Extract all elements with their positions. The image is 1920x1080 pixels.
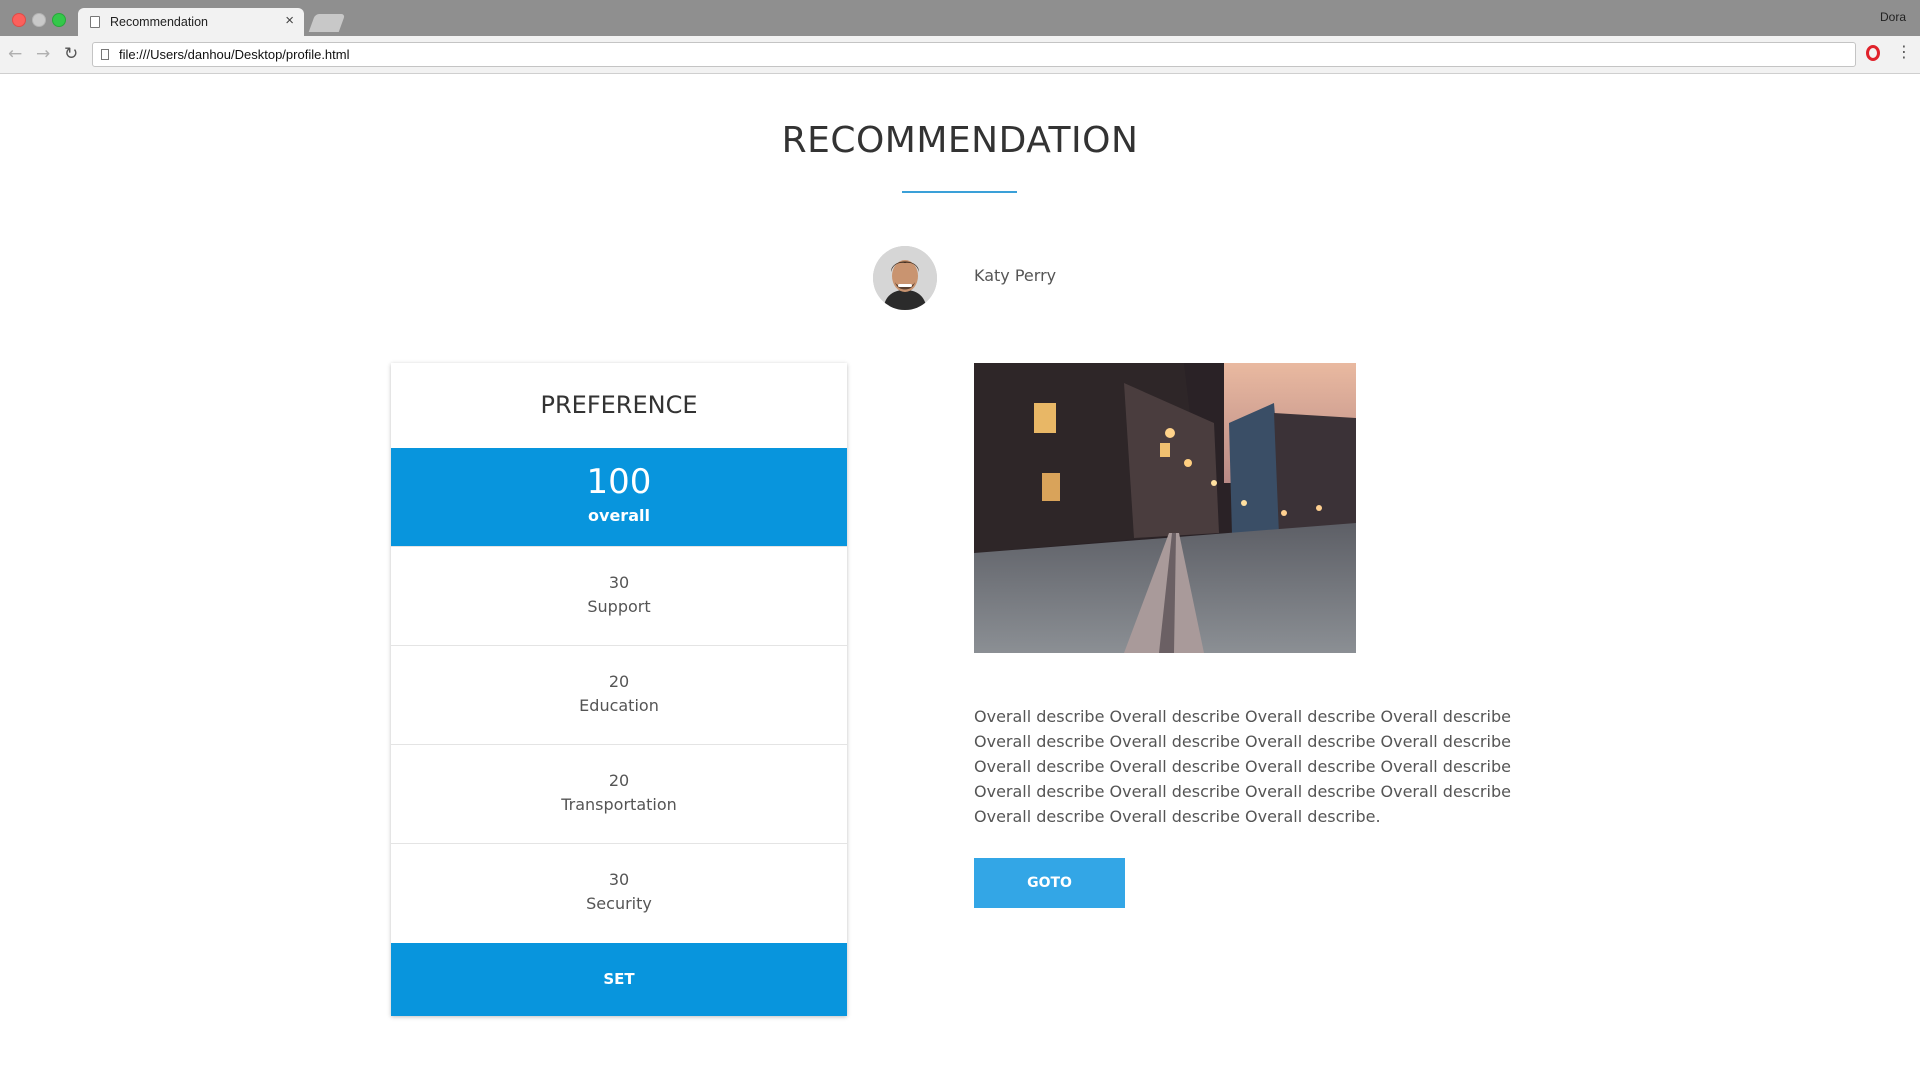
- tab-close-icon[interactable]: ×: [285, 12, 294, 29]
- preference-row-education: 20 Education: [391, 645, 847, 744]
- opera-extension-icon[interactable]: [1866, 45, 1880, 61]
- browser-titlebar: Recommendation × Dora: [0, 0, 1920, 36]
- browser-toolbar: ← → ↻ file:///Users/danhou/Desktop/profi…: [0, 36, 1920, 74]
- page-title: RECOMMENDATION: [781, 120, 1139, 161]
- window-maximize-button[interactable]: [52, 13, 66, 27]
- overall-value: 100: [586, 462, 652, 502]
- avatar: [873, 246, 937, 310]
- preference-label: Transportation: [561, 795, 677, 814]
- preference-label: Support: [587, 597, 651, 616]
- title-divider: [902, 191, 1017, 193]
- address-bar[interactable]: file:///Users/danhou/Desktop/profile.htm…: [92, 42, 1856, 67]
- preference-value: 30: [608, 573, 630, 592]
- set-button[interactable]: SET: [391, 943, 847, 1016]
- address-url[interactable]: file:///Users/danhou/Desktop/profile.htm…: [119, 47, 350, 62]
- preference-row-support: 30 Support: [391, 546, 847, 645]
- description-text: Overall describe Overall describe Overal…: [974, 707, 1511, 826]
- preference-label: Security: [586, 894, 652, 913]
- preference-value: 20: [608, 672, 630, 691]
- window-close-button[interactable]: [12, 13, 26, 27]
- document-icon: [90, 16, 100, 28]
- recommendation-image: [974, 363, 1356, 653]
- preference-row-transportation: 20 Transportation: [391, 744, 847, 843]
- avatar-photo: [873, 246, 937, 310]
- new-tab-button[interactable]: [308, 14, 346, 32]
- tab-title: Recommendation: [110, 15, 208, 29]
- forward-arrow-icon[interactable]: →: [36, 44, 50, 64]
- preference-heading: PREFERENCE: [540, 391, 698, 419]
- browser-tab[interactable]: Recommendation ×: [78, 8, 304, 36]
- preference-value: 20: [608, 771, 630, 790]
- overall-label: overall: [588, 506, 650, 525]
- preference-label: Education: [579, 696, 659, 715]
- user-name: Katy Perry: [974, 266, 1057, 285]
- preference-card: PREFERENCE 100 overall 30 Support 20 Edu…: [391, 363, 847, 1016]
- preference-row-security: 30 Security: [391, 843, 847, 942]
- browser-menu-icon[interactable]: ⋮: [1896, 44, 1912, 60]
- street-photo: [974, 363, 1356, 653]
- overall-score: 100 overall: [391, 448, 847, 546]
- window-minimize-button[interactable]: [32, 13, 46, 27]
- browser-profile-name[interactable]: Dora: [1880, 10, 1906, 24]
- goto-button[interactable]: GOTO: [974, 858, 1125, 908]
- page-icon: [101, 49, 109, 60]
- reload-icon[interactable]: ↻: [64, 44, 78, 64]
- preference-value: 30: [608, 870, 630, 889]
- back-arrow-icon[interactable]: ←: [8, 44, 22, 64]
